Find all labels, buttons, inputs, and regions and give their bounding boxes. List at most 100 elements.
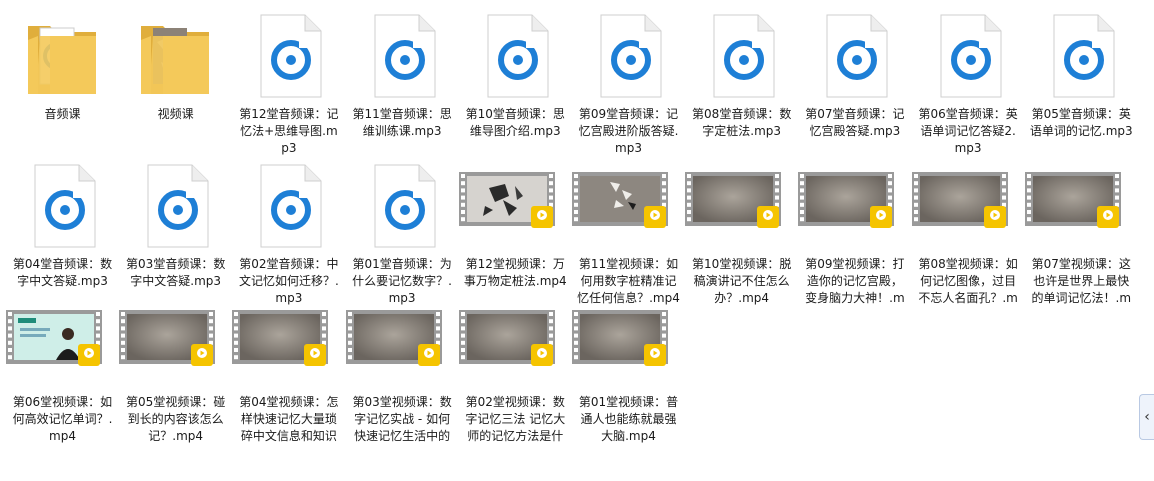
file-item[interactable]: 第05堂音频课：英语单词的记忆.mp3 [1025, 12, 1138, 152]
file-item[interactable]: 第08堂音频课：数字定桩法.mp3 [685, 12, 798, 152]
file-thumbnail [911, 162, 1025, 254]
file-item[interactable]: 第08堂视频课：如何记忆图像，过目不忘人名面孔？.mp4 [911, 162, 1025, 305]
file-name: 第05堂视频课：碰到长的内容该怎么记？.mp4 [126, 395, 226, 443]
player-badge-icon [78, 344, 100, 366]
file-thumbnail [346, 12, 459, 104]
audio-file-icon [374, 164, 436, 248]
audio-file-icon [713, 14, 775, 98]
player-badge-icon [757, 206, 780, 228]
file-item[interactable]: 第04堂视频课：怎样快速记忆大量琐碎中文信息和知识点？.mp4 [232, 300, 345, 443]
file-thumbnail [572, 300, 685, 392]
file-thumbnail [6, 162, 119, 254]
file-name: 第11堂音频课：思维训练课.mp3 [352, 107, 452, 138]
audio-file-icon [34, 164, 96, 248]
file-thumbnail [6, 300, 119, 392]
file-item[interactable]: 第04堂音频课：数字中文答疑.mp3 [6, 162, 119, 302]
file-thumbnail [119, 162, 232, 254]
file-name: 第12堂视频课：万事万物定桩法.mp4 [463, 257, 567, 288]
file-thumbnail [232, 162, 345, 254]
file-name: 第04堂音频课：数字中文答疑.mp3 [12, 257, 113, 288]
file-item[interactable]: 第12堂视频课：万事万物定桩法.mp4 [458, 162, 572, 302]
player-badge-icon [644, 206, 666, 228]
video-file-icon [458, 172, 555, 228]
file-item[interactable]: 第03堂视频课：数字记忆实战 - 如何快速记忆生活中的数字？.... [345, 300, 459, 443]
file-thumbnail [346, 162, 459, 254]
audio-file-icon [1053, 14, 1115, 98]
audio-file-icon [487, 14, 549, 98]
video-file-icon [798, 172, 895, 228]
file-name: 第10堂音频课：思维导图介绍.mp3 [465, 107, 565, 138]
player-badge-icon [417, 344, 440, 366]
file-name: 第07堂音频课：记忆宫殿答疑.mp3 [805, 107, 905, 138]
file-thumbnail [685, 12, 798, 104]
file-name: 第09堂音频课：记忆宫殿进阶版答疑.mp3 [578, 107, 679, 155]
audio-file-icon [147, 164, 209, 248]
file-name: 第06堂视频课：如何高效记忆单词？.mp4 [12, 395, 113, 443]
audio-file-icon [940, 14, 1002, 98]
folder-item[interactable]: 音频课 [6, 12, 119, 152]
player-badge-icon [530, 344, 553, 366]
file-name: 第04堂视频课：怎样快速记忆大量琐碎中文信息和知识点？.mp4 [239, 395, 339, 443]
file-name: 第05堂音频课：英语单词的记忆.mp3 [1029, 107, 1133, 138]
audio-file-icon [260, 14, 322, 98]
file-item[interactable]: 第01堂视频课：普通人也能练就最强大脑.mp4 [572, 300, 685, 443]
file-name: 第12堂音频课：记忆法+思维导图.mp3 [239, 107, 339, 155]
player-badge-icon [530, 206, 553, 228]
file-thumbnail [232, 300, 345, 392]
player-badge-icon [983, 206, 1006, 228]
folder-item[interactable]: 视频课 [119, 12, 232, 152]
file-item[interactable]: 第11堂音频课：思维训练课.mp3 [346, 12, 459, 152]
player-badge-icon [191, 344, 214, 366]
file-thumbnail [1024, 162, 1138, 254]
video-file-icon [6, 310, 102, 366]
file-item[interactable]: 第07堂音频课：记忆宫殿答疑.mp3 [798, 12, 911, 152]
file-thumbnail [119, 12, 232, 104]
file-name: 第09堂视频课：打造你的记忆宫殿，变身脑力大神！.mp4 [805, 257, 905, 305]
file-name: 第08堂音频课：数字定桩法.mp3 [692, 107, 792, 138]
file-name: 第03堂音频课：数字中文答疑.mp3 [126, 257, 226, 288]
file-name: 第02堂视频课：数字记忆三法 记忆大师的记忆方法是什么？.mp4 [465, 395, 566, 443]
video-file-icon [911, 172, 1008, 228]
video-file-icon [345, 310, 442, 366]
file-thumbnail [912, 12, 1025, 104]
file-thumbnail [798, 162, 911, 254]
file-name: 第10堂视频课：脱稿演讲记不住怎么办？.mp4 [692, 257, 792, 305]
file-name: 第08堂视频课：如何记忆图像，过目不忘人名面孔？.mp4 [918, 257, 1018, 305]
file-thumbnail [458, 300, 572, 392]
player-badge-icon [644, 344, 666, 366]
file-thumbnail [572, 12, 685, 104]
video-file-icon [572, 310, 668, 366]
file-thumbnail [6, 12, 119, 104]
file-name: 音频课 [44, 107, 81, 121]
file-item[interactable]: 第11堂视频课：如何用数字桩精准记忆任何信息？.mp4 [572, 162, 685, 305]
file-item[interactable]: 第05堂视频课：碰到长的内容该怎么记？.mp4 [119, 300, 232, 443]
player-badge-icon [1096, 206, 1119, 228]
file-item[interactable]: 第03堂音频课：数字中文答疑.mp3 [119, 162, 232, 302]
file-item[interactable]: 第06堂视频课：如何高效记忆单词？.mp4 [6, 300, 119, 443]
file-item[interactable]: 第06堂音频课：英语单词记忆答疑2.mp3 [912, 12, 1025, 155]
file-item[interactable]: 第02堂视频课：数字记忆三法 记忆大师的记忆方法是什么？.mp4 [458, 300, 572, 443]
file-item[interactable]: 第07堂视频课：这也许是世界上最快的单词记忆法！.mp4 [1024, 162, 1138, 305]
file-thumbnail [1025, 12, 1138, 104]
file-item[interactable]: 第12堂音频课：记忆法+思维导图.mp3 [232, 12, 345, 155]
video-file-icon [685, 172, 782, 228]
player-badge-icon [870, 206, 893, 228]
video-file-icon [119, 310, 216, 366]
side-panel-toggle[interactable]: ‹ [1139, 394, 1154, 440]
file-item[interactable]: 第10堂音频课：思维导图介绍.mp3 [459, 12, 572, 152]
file-item[interactable]: 第09堂视频课：打造你的记忆宫殿，变身脑力大神！.mp4 [798, 162, 911, 305]
file-thumbnail [572, 162, 685, 254]
file-name: 第01堂视频课：普通人也能练就最强大脑.mp4 [578, 395, 679, 443]
video-file-icon [232, 310, 329, 366]
file-grid: 音频课 视频课 第12堂音频课：记忆法+思维导图.mp3 第11堂音频课：思维训… [0, 0, 1154, 481]
file-thumbnail [345, 300, 459, 392]
file-name: 第06堂音频课：英语单词记忆答疑2.mp3 [918, 107, 1018, 155]
file-thumbnail [459, 12, 572, 104]
file-item[interactable]: 第01堂音频课：为什么要记忆数字？.mp3 [346, 162, 459, 305]
video-file-icon [458, 310, 555, 366]
audio-file-icon [260, 164, 322, 248]
file-item[interactable]: 第02堂音频课：中文记忆如何迁移？.mp3 [232, 162, 345, 305]
file-thumbnail [232, 12, 345, 104]
file-item[interactable]: 第09堂音频课：记忆宫殿进阶版答疑.mp3 [572, 12, 685, 155]
file-item[interactable]: 第10堂视频课：脱稿演讲记不住怎么办？.mp4 [685, 162, 798, 305]
